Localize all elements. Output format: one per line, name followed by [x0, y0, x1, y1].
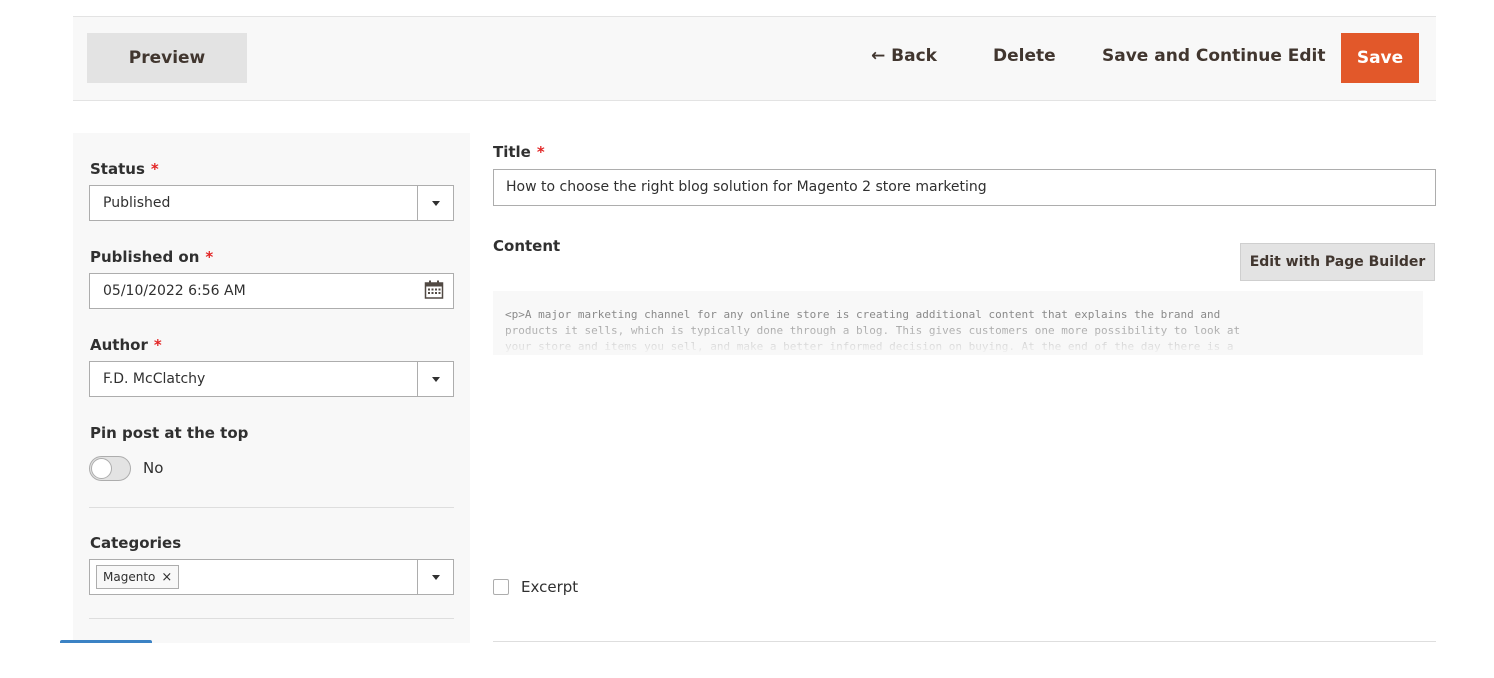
author-value: F.D. McClatchy — [103, 371, 206, 387]
title-label: Title * — [493, 143, 545, 161]
toggle-knob — [91, 458, 112, 479]
page-actions-toolbar: Preview ← Back Delete Save and Continue … — [73, 17, 1436, 101]
excerpt-checkbox[interactable] — [493, 579, 509, 595]
status-value: Published — [103, 195, 171, 211]
section-divider — [493, 641, 1436, 642]
chevron-down-icon[interactable] — [417, 560, 453, 594]
title-value: How to choose the right blog solution fo… — [506, 179, 987, 195]
excerpt-label[interactable]: Excerpt — [521, 578, 578, 596]
content-fade — [493, 325, 1423, 355]
status-label: Status * — [90, 160, 159, 178]
chevron-down-icon[interactable] — [417, 362, 453, 396]
sidebar-divider — [89, 507, 454, 508]
published-on-label: Published on * — [90, 248, 214, 266]
categories-multiselect[interactable]: Magento × — [89, 559, 454, 595]
pin-post-state: No — [143, 459, 164, 477]
save-button[interactable]: Save — [1341, 33, 1419, 83]
sidebar-divider — [89, 618, 454, 619]
delete-button[interactable]: Delete — [993, 46, 1056, 66]
edit-with-page-builder-button[interactable]: Edit with Page Builder — [1240, 243, 1435, 281]
published-on-value: 05/10/2022 6:56 AM — [103, 283, 246, 299]
save-and-continue-button[interactable]: Save and Continue Edit — [1102, 46, 1326, 66]
published-on-input[interactable]: 05/10/2022 6:56 AM — [89, 273, 454, 309]
post-settings-sidebar: Status * Published Published on * 05/10/20… — [73, 133, 470, 643]
categories-label: Categories — [90, 534, 182, 552]
pin-post-toggle[interactable] — [89, 456, 131, 481]
title-input[interactable]: How to choose the right blog solution fo… — [493, 169, 1436, 206]
content-label: Content — [493, 237, 561, 255]
chevron-down-icon[interactable] — [417, 186, 453, 220]
category-tag: Magento × — [96, 565, 180, 589]
preview-button[interactable]: Preview — [87, 33, 247, 83]
partial-button-edge — [60, 640, 152, 643]
back-button[interactable]: ← Back — [871, 46, 937, 66]
author-label: Author * — [90, 336, 162, 354]
author-select[interactable]: F.D. McClatchy — [89, 361, 454, 397]
status-select[interactable]: Published — [89, 185, 454, 221]
close-icon[interactable]: × — [161, 570, 172, 585]
pin-post-label: Pin post at the top — [90, 424, 249, 442]
calendar-icon[interactable] — [424, 280, 444, 300]
content-preview[interactable]: <p>A major marketing channel for any onl… — [493, 291, 1423, 355]
